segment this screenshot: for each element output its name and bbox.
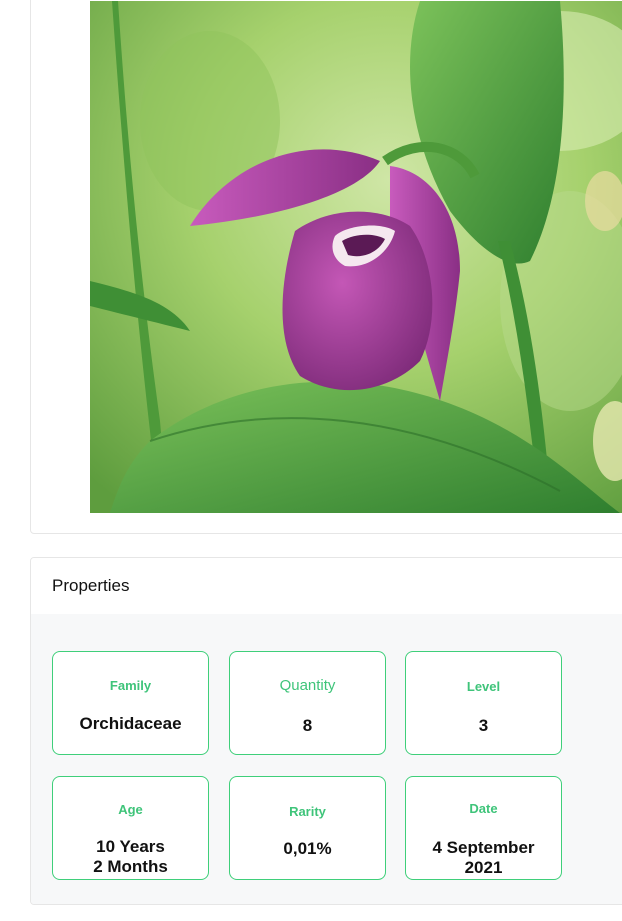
property-label: Level xyxy=(466,679,501,694)
property-age: Age 10 Years 2 Months xyxy=(52,776,209,880)
property-family: Family Orchidaceae xyxy=(52,651,209,755)
property-label: Quantity xyxy=(279,677,336,694)
property-label: Rarity xyxy=(289,804,326,819)
property-label: Age xyxy=(118,802,143,817)
properties-card: Properties Family Orchidaceae Quantity 8… xyxy=(30,557,622,905)
properties-body: Family Orchidaceae Quantity 8 Level 3 Ag… xyxy=(31,614,622,904)
property-value: 3 xyxy=(478,716,489,735)
property-value: 4 September 2021 xyxy=(432,838,535,877)
property-value: 10 Years 2 Months xyxy=(93,837,168,876)
properties-title: Properties xyxy=(31,558,622,614)
property-label: Date xyxy=(469,801,498,816)
property-value: Orchidaceae xyxy=(79,714,182,733)
orchid-photo[interactable] xyxy=(90,1,622,513)
property-value: 8 xyxy=(302,716,313,735)
property-date: Date 4 September 2021 xyxy=(405,776,562,880)
property-quantity: Quantity 8 xyxy=(229,651,386,755)
property-value: 0,01% xyxy=(283,839,332,858)
image-card xyxy=(30,0,622,534)
page: Properties Family Orchidaceae Quantity 8… xyxy=(0,0,622,921)
property-label: Family xyxy=(109,678,152,693)
property-rarity: Rarity 0,01% xyxy=(229,776,386,880)
property-level: Level 3 xyxy=(405,651,562,755)
